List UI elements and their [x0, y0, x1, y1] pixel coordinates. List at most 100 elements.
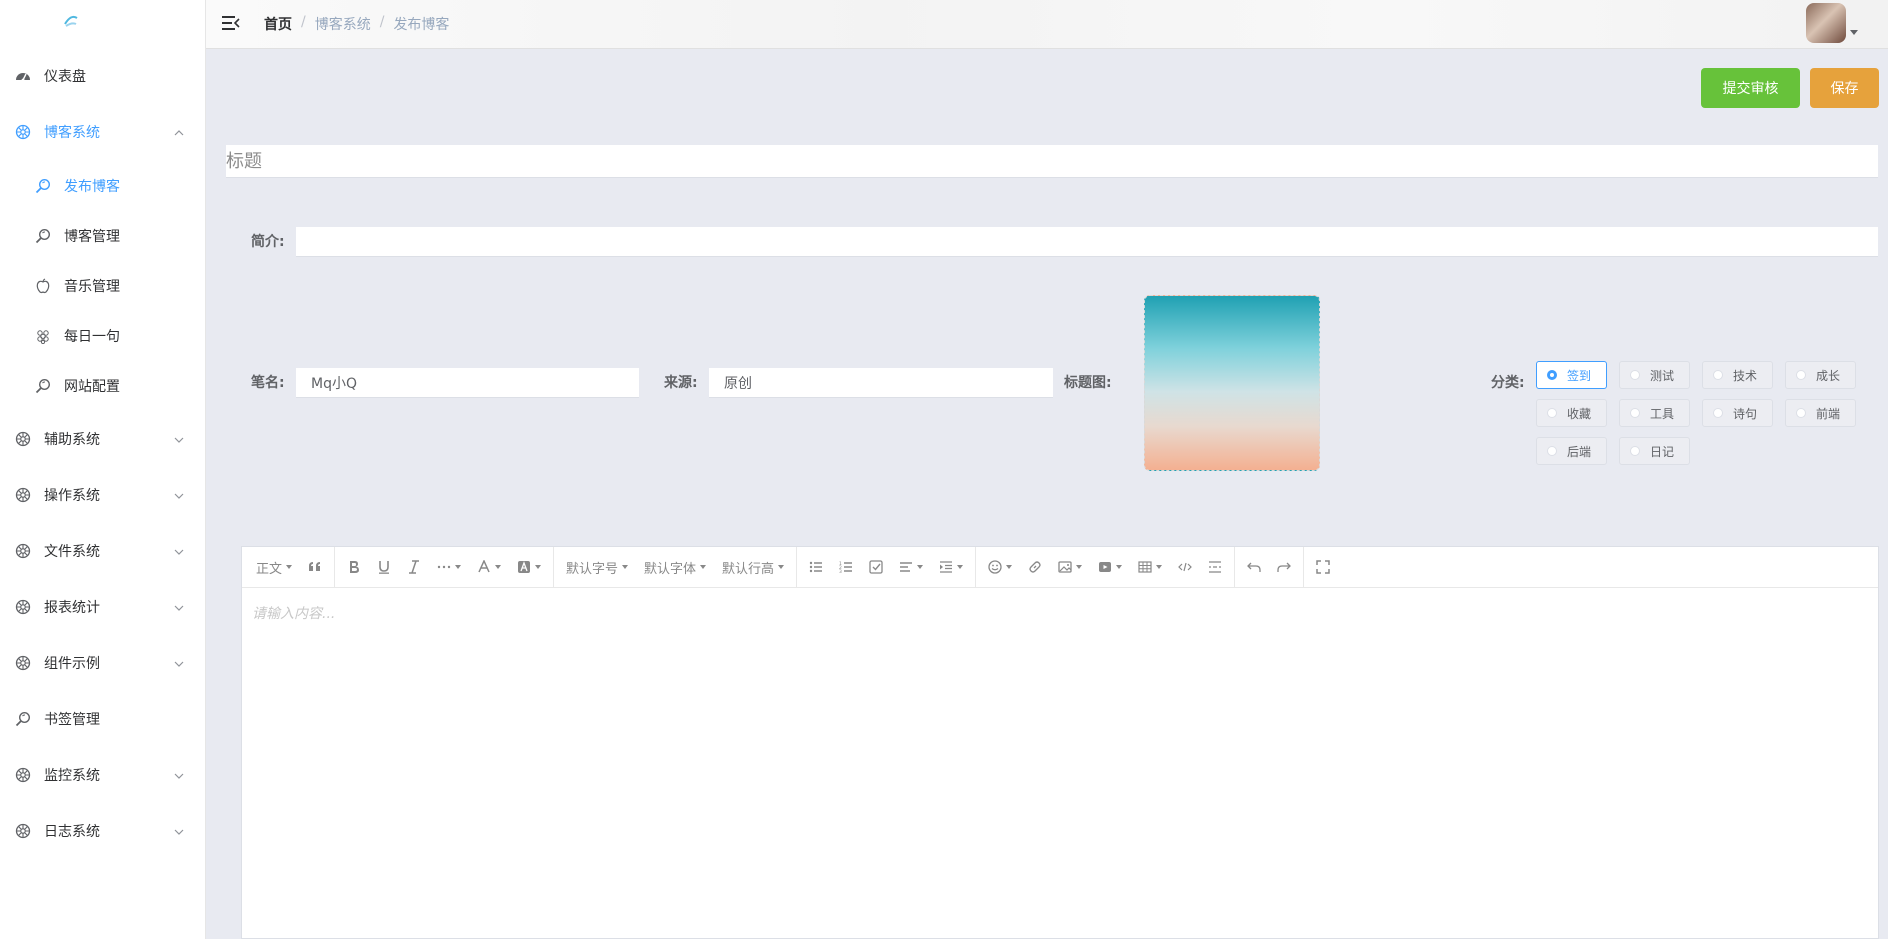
chevron-down-icon: [174, 545, 184, 555]
chevron-down-icon: [174, 769, 184, 779]
paragraph-select[interactable]: 正文: [248, 552, 300, 582]
sidebar-item-6[interactable]: 网站配置: [0, 366, 206, 406]
bold-icon[interactable]: [339, 552, 369, 582]
category-radio[interactable]: 诗句: [1702, 399, 1773, 427]
sidebar-item-label: 仪表盘: [44, 69, 86, 85]
italic-icon[interactable]: [399, 552, 429, 582]
sidebar-item-11[interactable]: 组件示例: [0, 643, 206, 683]
indent-icon[interactable]: [931, 552, 971, 582]
breadcrumb-separator: /: [301, 14, 306, 30]
grape-icon: [35, 328, 51, 344]
category-radio[interactable]: 技术: [1702, 361, 1773, 389]
magnifier-icon: [15, 711, 31, 727]
sidebar-item-label: 监控系统: [44, 768, 100, 784]
sidebar-item-12[interactable]: 书签管理: [0, 699, 206, 739]
divider-icon[interactable]: [1200, 552, 1230, 582]
category-label: 工具: [1650, 406, 1675, 421]
chevron-down-icon[interactable]: [1850, 30, 1858, 35]
radio-dot-icon: [1630, 370, 1640, 380]
category-radio[interactable]: 测试: [1619, 361, 1690, 389]
editor-toolbar: 正文 默认字号 默认字体 默认行高 123: [242, 547, 1878, 588]
radio-dot-icon: [1547, 446, 1557, 456]
sidebar-item-3[interactable]: 博客管理: [0, 216, 206, 256]
system-icon: [15, 124, 31, 140]
undo-icon[interactable]: [1239, 552, 1269, 582]
sidebar-item-label: 报表统计: [44, 600, 100, 616]
sidebar-item-14[interactable]: 日志系统: [0, 811, 206, 851]
system-icon: [15, 543, 31, 559]
underline-icon[interactable]: [369, 552, 399, 582]
align-icon[interactable]: [891, 552, 931, 582]
sidebar-item-7[interactable]: 辅助系统: [0, 419, 206, 459]
breadcrumb-home[interactable]: 首页: [264, 14, 292, 34]
system-icon: [15, 767, 31, 783]
radio-dot-icon: [1796, 408, 1806, 418]
cover-image-uploader[interactable]: [1144, 295, 1320, 471]
title-input[interactable]: [226, 145, 1878, 178]
hamburger-icon[interactable]: [222, 15, 240, 31]
sidebar-item-label: 博客系统: [44, 125, 100, 141]
radio-dot-icon: [1547, 370, 1557, 380]
font-size-select[interactable]: 默认字号: [558, 552, 636, 582]
sidebar-item-0[interactable]: 仪表盘: [0, 56, 206, 96]
link-icon[interactable]: [1020, 552, 1050, 582]
radio-dot-icon: [1713, 370, 1723, 380]
background-color-icon[interactable]: [509, 552, 549, 582]
category-label: 前端: [1816, 406, 1841, 421]
bulleted-list-icon[interactable]: [801, 552, 831, 582]
redo-icon[interactable]: [1269, 552, 1299, 582]
sidebar-item-10[interactable]: 报表统计: [0, 587, 206, 627]
sidebar-item-5[interactable]: 每日一句: [0, 316, 206, 356]
category-radio[interactable]: 工具: [1619, 399, 1690, 427]
category-radio[interactable]: 后端: [1536, 437, 1607, 465]
category-label: 日记: [1650, 444, 1675, 459]
logo-icon[interactable]: [62, 12, 80, 30]
category-label: 技术: [1733, 368, 1758, 383]
fullscreen-icon[interactable]: [1308, 552, 1338, 582]
numbered-list-icon[interactable]: 123: [831, 552, 861, 582]
category-radio[interactable]: 前端: [1785, 399, 1856, 427]
video-icon[interactable]: [1090, 552, 1130, 582]
author-input[interactable]: [296, 368, 639, 398]
line-height-select[interactable]: 默认行高: [714, 552, 792, 582]
system-icon: [15, 655, 31, 671]
submit-review-button[interactable]: 提交审核: [1701, 68, 1800, 108]
dashboard-icon: [15, 68, 31, 84]
category-label: 测试: [1650, 368, 1675, 383]
more-icon[interactable]: [429, 552, 469, 582]
category-label: 签到: [1567, 368, 1592, 383]
sidebar-item-label: 书签管理: [44, 712, 100, 728]
category-radio[interactable]: 收藏: [1536, 399, 1607, 427]
paragraph-label: 正文: [256, 561, 283, 577]
rich-text-editor[interactable]: 正文 默认字号 默认字体 默认行高 123 请输入内容...: [241, 546, 1879, 939]
sidebar-item-9[interactable]: 文件系统: [0, 531, 206, 571]
sidebar-item-13[interactable]: 监控系统: [0, 755, 206, 795]
source-label: 来源:: [664, 375, 698, 391]
category-radio[interactable]: 成长: [1785, 361, 1856, 389]
font-color-icon[interactable]: [469, 552, 509, 582]
line-height-label: 默认行高: [722, 561, 775, 577]
todo-checkbox-icon[interactable]: [861, 552, 891, 582]
sidebar-item-4[interactable]: 音乐管理: [0, 266, 206, 306]
chevron-down-icon: [174, 825, 184, 835]
sidebar-item-1[interactable]: 博客系统: [0, 112, 206, 152]
top-header: 首页 / 博客系统 / 发布博客: [206, 0, 1888, 49]
category-label: 诗句: [1733, 406, 1758, 421]
summary-input[interactable]: [296, 227, 1878, 257]
font-family-select[interactable]: 默认字体: [636, 552, 714, 582]
category-radio[interactable]: 签到: [1536, 361, 1607, 389]
table-icon[interactable]: [1130, 552, 1170, 582]
avatar[interactable]: [1806, 3, 1846, 43]
emoji-icon[interactable]: [980, 552, 1020, 582]
category-radio[interactable]: 日记: [1619, 437, 1690, 465]
editor-placeholder[interactable]: 请输入内容...: [252, 603, 335, 623]
code-icon[interactable]: [1170, 552, 1200, 582]
chevron-down-icon: [174, 601, 184, 611]
sidebar-item-label: 文件系统: [44, 544, 100, 560]
quote-icon[interactable]: [300, 552, 330, 582]
sidebar-item-8[interactable]: 操作系统: [0, 475, 206, 515]
sidebar-item-2[interactable]: 发布博客: [0, 166, 206, 206]
source-input[interactable]: [709, 368, 1053, 398]
save-button[interactable]: 保存: [1810, 68, 1879, 108]
image-icon[interactable]: [1050, 552, 1090, 582]
